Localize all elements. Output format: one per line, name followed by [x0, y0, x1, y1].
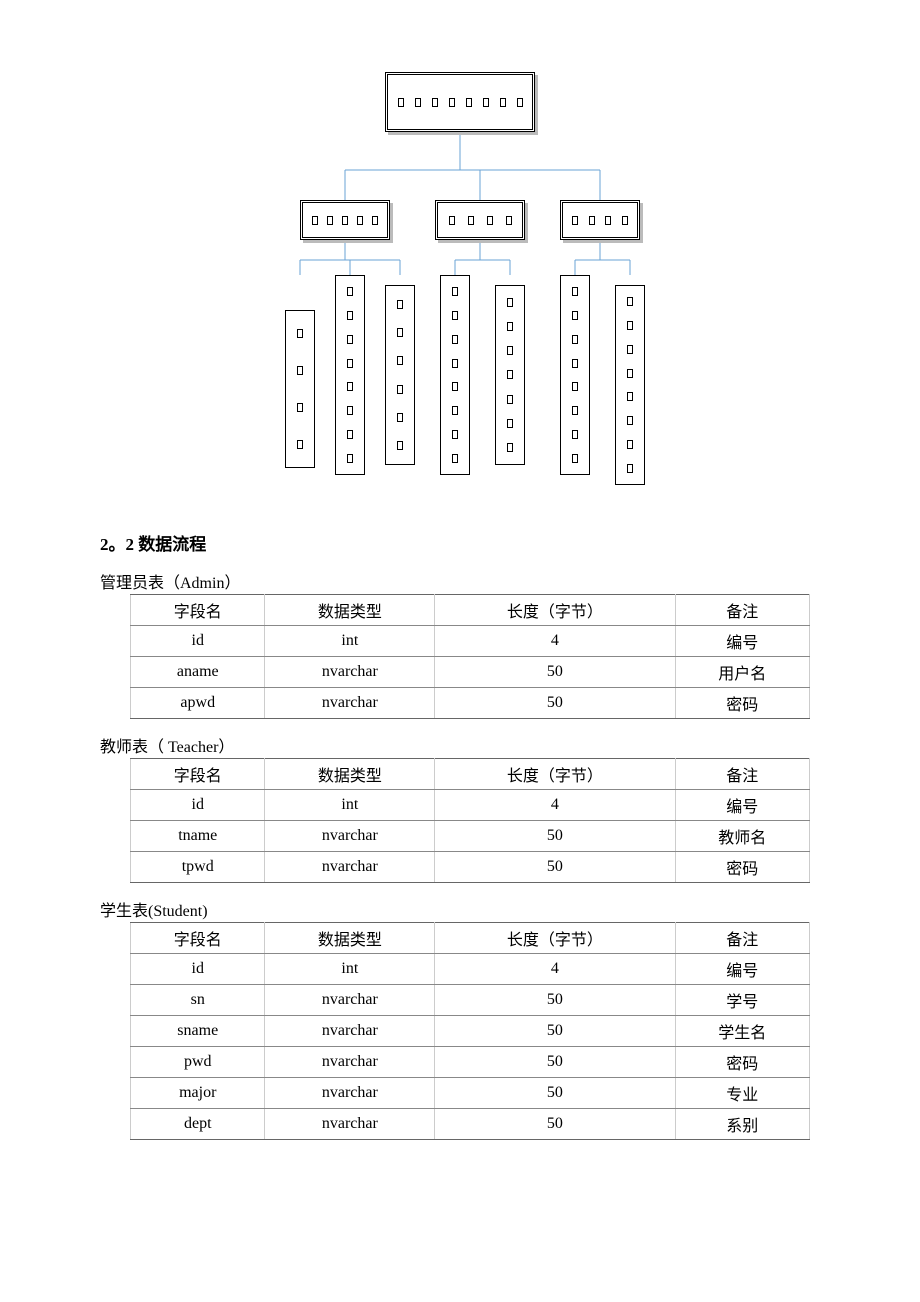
- table-cell: 50: [435, 657, 675, 688]
- table-cell: 编号: [675, 790, 810, 821]
- table-row: idint4编号: [131, 954, 810, 985]
- table-cell: 编号: [675, 626, 810, 657]
- table-cell: 编号: [675, 954, 810, 985]
- table-cell: tname: [131, 821, 265, 852]
- table-header-cell: 字段名: [131, 923, 265, 954]
- table-cell: int: [265, 954, 435, 985]
- diagram-leaf-box: [495, 285, 525, 465]
- table-cell: sname: [131, 1016, 265, 1047]
- table-cell: 50: [435, 688, 675, 719]
- table-header-cell: 备注: [675, 923, 810, 954]
- diagram-leaf-box: [335, 275, 365, 475]
- table-cell: 密码: [675, 688, 810, 719]
- table-cell: id: [131, 790, 265, 821]
- tables-container: 管理员表（Admin）字段名数据类型长度（字节）备注idint4编号anamen…: [100, 569, 820, 1140]
- table-cell: sn: [131, 985, 265, 1016]
- diagram-leaf-box: [285, 310, 315, 468]
- table-header-cell: 字段名: [131, 759, 265, 790]
- table-header-cell: 数据类型: [265, 923, 435, 954]
- table-row: pwdnvarchar50密码: [131, 1047, 810, 1078]
- table-cell: 4: [435, 954, 675, 985]
- table-cell: 密码: [675, 852, 810, 883]
- table-cell: 50: [435, 1047, 675, 1078]
- table-row: anamenvarchar50用户名: [131, 657, 810, 688]
- table-row: tpwdnvarchar50密码: [131, 852, 810, 883]
- table-row: tnamenvarchar50教师名: [131, 821, 810, 852]
- table-cell: 4: [435, 790, 675, 821]
- table-cell: aname: [131, 657, 265, 688]
- section-heading: 2。2 数据流程: [100, 530, 820, 555]
- table-cell: id: [131, 954, 265, 985]
- table-header-cell: 长度（字节）: [435, 595, 675, 626]
- table-cell: 4: [435, 626, 675, 657]
- diagram-leaf-box: [440, 275, 470, 475]
- data-table: 字段名数据类型长度（字节）备注idint4编号snnvarchar50学号sna…: [130, 922, 810, 1140]
- table-header-cell: 备注: [675, 759, 810, 790]
- table-row: idint4编号: [131, 790, 810, 821]
- table-row: snamenvarchar50学生名: [131, 1016, 810, 1047]
- table-cell: int: [265, 626, 435, 657]
- table-cell: nvarchar: [265, 1109, 435, 1140]
- table-cell: pwd: [131, 1047, 265, 1078]
- diagram-group-box: [560, 200, 640, 240]
- table-title: 管理员表（Admin）: [100, 569, 820, 593]
- table-cell: 专业: [675, 1078, 810, 1109]
- table-cell: nvarchar: [265, 985, 435, 1016]
- table-title: 教师表（ Teacher）: [100, 733, 820, 757]
- table-cell: 50: [435, 1109, 675, 1140]
- table-header-cell: 数据类型: [265, 595, 435, 626]
- table-header-cell: 字段名: [131, 595, 265, 626]
- table-row: apwdnvarchar50密码: [131, 688, 810, 719]
- table-cell: 50: [435, 985, 675, 1016]
- table-cell: nvarchar: [265, 657, 435, 688]
- table-row: majornvarchar50专业: [131, 1078, 810, 1109]
- table-cell: nvarchar: [265, 1047, 435, 1078]
- table-cell: apwd: [131, 688, 265, 719]
- table-row: snnvarchar50学号: [131, 985, 810, 1016]
- diagram-group-box: [435, 200, 525, 240]
- table-cell: major: [131, 1078, 265, 1109]
- table-cell: tpwd: [131, 852, 265, 883]
- data-table: 字段名数据类型长度（字节）备注idint4编号tnamenvarchar50教师…: [130, 758, 810, 883]
- diagram-root-box: [385, 72, 535, 132]
- table-cell: nvarchar: [265, 1078, 435, 1109]
- table-header-cell: 备注: [675, 595, 810, 626]
- table-header-cell: 数据类型: [265, 759, 435, 790]
- table-cell: nvarchar: [265, 688, 435, 719]
- table-cell: 教师名: [675, 821, 810, 852]
- table-row: idint4编号: [131, 626, 810, 657]
- table-cell: 系别: [675, 1109, 810, 1140]
- table-cell: 50: [435, 852, 675, 883]
- diagram-leaf-box: [385, 285, 415, 465]
- diagram-group-box: [300, 200, 390, 240]
- data-table: 字段名数据类型长度（字节）备注idint4编号anamenvarchar50用户…: [130, 594, 810, 719]
- table-cell: 50: [435, 1078, 675, 1109]
- table-cell: 50: [435, 1016, 675, 1047]
- table-cell: 用户名: [675, 657, 810, 688]
- table-cell: 学生名: [675, 1016, 810, 1047]
- table-cell: id: [131, 626, 265, 657]
- table-cell: 50: [435, 821, 675, 852]
- table-cell: 学号: [675, 985, 810, 1016]
- table-header-cell: 长度（字节）: [435, 759, 675, 790]
- table-cell: nvarchar: [265, 852, 435, 883]
- table-cell: 密码: [675, 1047, 810, 1078]
- diagram-leaf-box: [560, 275, 590, 475]
- table-header-cell: 长度（字节）: [435, 923, 675, 954]
- table-cell: int: [265, 790, 435, 821]
- table-row: deptnvarchar50系别: [131, 1109, 810, 1140]
- table-cell: dept: [131, 1109, 265, 1140]
- table-cell: nvarchar: [265, 821, 435, 852]
- hierarchy-diagram: [100, 60, 820, 500]
- table-cell: nvarchar: [265, 1016, 435, 1047]
- diagram-leaf-box: [615, 285, 645, 485]
- table-title: 学生表(Student): [100, 897, 820, 921]
